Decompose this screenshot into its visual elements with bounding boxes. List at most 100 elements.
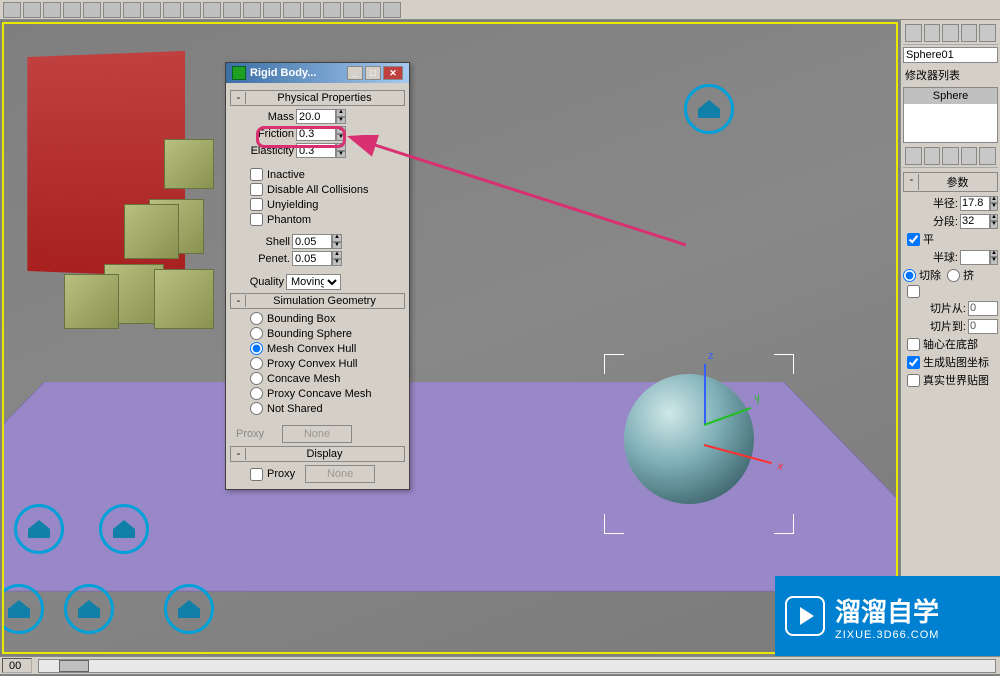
unyielding-checkbox[interactable] <box>250 198 263 211</box>
modifier-stack[interactable]: Sphere <box>903 87 998 143</box>
make-unique-icon[interactable] <box>942 147 959 165</box>
hierarchy-tab-icon[interactable] <box>942 24 959 42</box>
params-rollout-header[interactable]: -参数 <box>903 172 998 192</box>
bounding-sphere-radio[interactable] <box>250 327 263 340</box>
minimize-button[interactable]: _ <box>347 66 363 80</box>
mass-field[interactable] <box>296 109 336 124</box>
viewport[interactable] <box>2 22 898 654</box>
reactor-helper-icon[interactable] <box>99 504 149 554</box>
inactive-checkbox[interactable] <box>250 168 263 181</box>
toolbar-button[interactable] <box>203 2 221 18</box>
penet-spinner[interactable]: ▲▼ <box>332 251 342 266</box>
concave-mesh-radio[interactable] <box>250 372 263 385</box>
toolbar-button[interactable] <box>363 2 381 18</box>
shell-label: Shell <box>236 236 292 248</box>
scene-cube[interactable] <box>124 204 179 259</box>
quality-select[interactable]: Moving <box>286 274 341 290</box>
mesh-convex-hull-radio[interactable] <box>250 342 263 355</box>
disable-collisions-checkbox[interactable] <box>250 183 263 196</box>
toolbar-button[interactable] <box>283 2 301 18</box>
display-tab-icon[interactable] <box>979 24 996 42</box>
physical-properties-header[interactable]: -Physical Properties <box>230 90 405 106</box>
segments-field[interactable] <box>960 214 990 229</box>
dialog-titlebar[interactable]: Rigid Body... _ □ ✕ <box>226 63 409 83</box>
scene-cube[interactable] <box>164 139 214 189</box>
radius-field[interactable] <box>960 196 990 211</box>
dialog-title-text: Rigid Body... <box>250 67 345 79</box>
reactor-helper-icon[interactable] <box>14 504 64 554</box>
toolbar-button[interactable] <box>163 2 181 18</box>
smooth-checkbox[interactable] <box>907 233 920 246</box>
real-world-checkbox[interactable] <box>907 374 920 387</box>
modify-tab-icon[interactable] <box>924 24 941 42</box>
shell-spinner[interactable]: ▲▼ <box>332 234 342 249</box>
radius-spinner[interactable]: ▲▼ <box>990 196 998 211</box>
toolbar-button[interactable] <box>63 2 81 18</box>
dialog-icon <box>232 66 246 80</box>
toolbar-button[interactable] <box>243 2 261 18</box>
selection-bracket <box>774 514 794 534</box>
friction-spinner[interactable]: ▲▼ <box>336 126 346 141</box>
display-proxy-checkbox[interactable] <box>250 468 263 481</box>
modifier-item[interactable]: Sphere <box>904 88 997 104</box>
simulation-geometry-header[interactable]: -Simulation Geometry <box>230 293 405 309</box>
unyielding-label: Unyielding <box>267 199 318 211</box>
phantom-checkbox[interactable] <box>250 213 263 226</box>
toolbar-button[interactable] <box>183 2 201 18</box>
segments-spinner[interactable]: ▲▼ <box>990 214 998 229</box>
display-header[interactable]: -Display <box>230 446 405 462</box>
time-slider[interactable] <box>38 659 996 673</box>
time-slider-thumb[interactable] <box>59 660 89 672</box>
toolbar-button[interactable] <box>123 2 141 18</box>
reactor-helper-icon[interactable] <box>164 584 214 634</box>
penet-field[interactable] <box>292 251 332 266</box>
hemisphere-spinner[interactable]: ▲▼ <box>990 250 998 265</box>
not-shared-radio[interactable] <box>250 402 263 415</box>
elasticity-field[interactable] <box>296 143 336 158</box>
hemisphere-field[interactable] <box>960 250 990 265</box>
toolbar-button[interactable] <box>223 2 241 18</box>
proxy-concave-mesh-radio[interactable] <box>250 387 263 400</box>
motion-tab-icon[interactable] <box>961 24 978 42</box>
reactor-helper-icon[interactable] <box>64 584 114 634</box>
create-tab-icon[interactable] <box>905 24 922 42</box>
gizmo-y-axis[interactable] <box>704 407 752 426</box>
base-pivot-checkbox[interactable] <box>907 338 920 351</box>
toolbar-button[interactable] <box>383 2 401 18</box>
gen-uv-checkbox[interactable] <box>907 356 920 369</box>
configure-sets-icon[interactable] <box>979 147 996 165</box>
bounding-box-radio[interactable] <box>250 312 263 325</box>
toolbar-button[interactable] <box>303 2 321 18</box>
gizmo-z-axis[interactable] <box>704 364 706 424</box>
squash-radio[interactable] <box>947 269 960 282</box>
toolbar-button[interactable] <box>323 2 341 18</box>
object-name-field[interactable] <box>903 47 998 63</box>
friction-field[interactable] <box>296 126 336 141</box>
toolbar-button[interactable] <box>103 2 121 18</box>
inactive-label: Inactive <box>267 169 305 181</box>
top-toolbar <box>0 0 1000 20</box>
reactor-helper-icon[interactable] <box>684 84 734 134</box>
elasticity-spinner[interactable]: ▲▼ <box>336 143 346 158</box>
mass-spinner[interactable]: ▲▼ <box>336 109 346 124</box>
toolbar-button[interactable] <box>43 2 61 18</box>
toolbar-button[interactable] <box>23 2 41 18</box>
toolbar-button[interactable] <box>263 2 281 18</box>
pin-stack-icon[interactable] <box>905 147 922 165</box>
toolbar-button[interactable] <box>83 2 101 18</box>
shell-field[interactable] <box>292 234 332 249</box>
toolbar-button[interactable] <box>343 2 361 18</box>
chop-radio[interactable] <box>903 269 916 282</box>
toolbar-button[interactable] <box>143 2 161 18</box>
scene-cube[interactable] <box>154 269 214 329</box>
proxy-convex-hull-radio[interactable] <box>250 357 263 370</box>
close-button[interactable]: ✕ <box>383 66 403 80</box>
transform-gizmo[interactable] <box>684 394 784 494</box>
toolbar-button[interactable] <box>3 2 21 18</box>
gizmo-x-axis[interactable] <box>704 444 772 464</box>
maximize-button[interactable]: □ <box>365 66 381 80</box>
slice-checkbox[interactable] <box>907 285 920 298</box>
show-end-result-icon[interactable] <box>924 147 941 165</box>
scene-cube[interactable] <box>64 274 119 329</box>
remove-modifier-icon[interactable] <box>961 147 978 165</box>
